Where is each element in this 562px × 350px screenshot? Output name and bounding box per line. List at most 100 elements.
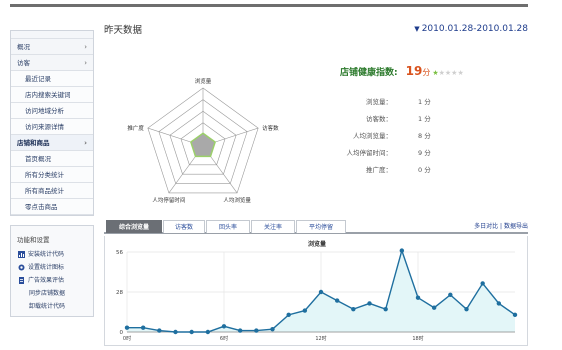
- data-point[interactable]: [254, 328, 259, 333]
- x-tick-label: 6时: [220, 335, 228, 342]
- radar-axis-label: 访客数: [262, 124, 279, 132]
- health-index: 店铺健康指数: 19分 ★★★★★: [340, 64, 464, 78]
- function-item[interactable]: 同步店铺数据: [11, 287, 93, 300]
- stat-value: 8 分: [418, 132, 431, 140]
- sidebar-item-label: 概况: [17, 43, 30, 51]
- stat-value: 9 分: [418, 149, 431, 157]
- sidebar-item[interactable]: 零点击商品: [11, 199, 93, 215]
- sidebar-item[interactable]: 概况 ›: [11, 39, 93, 55]
- data-point[interactable]: [512, 312, 518, 318]
- health-unit: 分: [422, 68, 431, 77]
- function-item-label: 同步店铺数据: [29, 290, 66, 297]
- bar-chart-icon: [18, 251, 25, 258]
- gear-icon: [18, 264, 25, 271]
- radar-axis-label: 人均浏览量: [223, 196, 251, 204]
- chart-tab[interactable]: 平均停留: [296, 220, 346, 233]
- export-link[interactable]: 数据导出: [504, 223, 528, 230]
- data-point[interactable]: [237, 328, 243, 333]
- top-rule: [10, 4, 528, 7]
- stat-row: 访客数： 1 分: [332, 113, 452, 130]
- data-point[interactable]: [140, 325, 146, 330]
- data-point[interactable]: [286, 312, 291, 318]
- chevron-right-icon: ›: [84, 43, 87, 51]
- compare-link[interactable]: 多日对比: [474, 223, 498, 230]
- x-tick-label: 12时: [315, 335, 326, 342]
- date-range-selector[interactable]: ▼ 2010.01.28-2010.01.28: [414, 24, 528, 34]
- radar-value-area: [189, 132, 217, 158]
- data-point[interactable]: [399, 248, 405, 253]
- sidebar-item[interactable]: 访客 ›: [11, 55, 93, 71]
- data-point[interactable]: [351, 306, 356, 312]
- health-score: 19: [405, 64, 423, 78]
- stat-row: 人均浏览量： 8 分: [332, 130, 452, 147]
- sidebar-item[interactable]: 访问地域分析: [11, 103, 93, 119]
- stat-label: 浏览量：: [366, 98, 392, 106]
- chart-panel: 浏览量 0 28 56 0时 6时 12时 18时: [104, 236, 528, 346]
- chart-tab[interactable]: 访客数: [163, 220, 205, 233]
- function-item[interactable]: 卸载统计代码: [11, 300, 93, 313]
- data-point[interactable]: [173, 329, 178, 335]
- sidebar-item[interactable]: 店内搜索关键词: [11, 87, 93, 103]
- functions-title: 功能和设置: [17, 236, 50, 244]
- stat-value: 1 分: [418, 115, 431, 123]
- sidebar-item-label: 访客: [17, 59, 30, 67]
- function-item[interactable]: 设置统计图标: [11, 261, 93, 274]
- radar-axis-label: 浏览量: [195, 77, 212, 85]
- chart-title: 浏览量: [308, 240, 326, 248]
- data-point[interactable]: [124, 325, 130, 330]
- health-label: 店铺健康指数:: [340, 68, 398, 78]
- pageview-chart: 浏览量028560时 6时 12时 18时: [116, 240, 518, 342]
- tab-links: 多日对比 | 数据导出: [474, 220, 528, 233]
- stat-value: 0 分: [418, 166, 431, 174]
- data-point[interactable]: [270, 326, 275, 332]
- function-item-label: 广告效果评估: [28, 277, 65, 284]
- radar-chart: 浏览量访客数人均浏览量 人均停留时间 推广度: [127, 77, 279, 204]
- chart-tab[interactable]: 回头率: [206, 220, 250, 233]
- sidebar-item-label: 店铺和商品: [17, 139, 50, 147]
- data-point[interactable]: [431, 305, 437, 310]
- chart-tab[interactable]: 综合浏览量: [106, 220, 162, 233]
- sidebar-item-label: 所有分类统计: [25, 171, 64, 179]
- chart-tab[interactable]: 关注率: [251, 220, 295, 233]
- page-title: 昨天数据: [104, 25, 143, 36]
- data-point[interactable]: [205, 329, 211, 335]
- function-item-label: 安装统计代码: [28, 251, 65, 258]
- sidebar-nav: 概况 › 访客 › 最近记录 店内搜索关键词 访问地域分析 访问来源详情 店铺和商品 › 首页概况所…: [10, 30, 94, 216]
- sidebar-item[interactable]: 最近记录: [11, 71, 93, 87]
- stat-row: 推广度： 0 分: [332, 164, 452, 181]
- sidebar-item[interactable]: 店铺和商品 ›: [11, 135, 93, 151]
- caret-down-icon: ▼: [414, 25, 420, 33]
- stat-value: 1 分: [418, 98, 431, 106]
- data-point[interactable]: [383, 306, 388, 312]
- data-point[interactable]: [448, 292, 453, 298]
- y-tick-label: 28: [116, 290, 123, 296]
- data-point[interactable]: [367, 301, 372, 306]
- data-point[interactable]: [189, 329, 194, 335]
- data-point[interactable]: [157, 328, 162, 333]
- data-point[interactable]: [318, 289, 324, 295]
- sidebar-item[interactable]: 访问来源详情: [11, 119, 93, 135]
- data-point[interactable]: [334, 298, 340, 303]
- data-point[interactable]: [302, 308, 308, 313]
- function-item-label: 设置统计图标: [28, 264, 65, 271]
- sidebar-item-label: 所有商品统计: [25, 187, 64, 195]
- function-item[interactable]: 安装统计代码: [11, 248, 93, 261]
- data-point[interactable]: [221, 324, 227, 329]
- nav-spacer: [11, 31, 93, 39]
- sidebar: 概况 › 访客 › 最近记录 店内搜索关键词 访问地域分析 访问来源详情 店铺和商品 › 首页概况所…: [10, 30, 94, 317]
- radar-axis-label: 人均停留时间: [152, 196, 185, 204]
- data-point[interactable]: [496, 301, 502, 306]
- chevron-right-icon: ›: [84, 139, 87, 147]
- data-point[interactable]: [415, 295, 421, 300]
- sidebar-item[interactable]: 所有分类统计: [11, 167, 93, 183]
- sidebar-item[interactable]: 首页概况: [11, 151, 93, 167]
- x-tick-label: 0时: [123, 335, 131, 342]
- function-item[interactable]: 广告效果评估: [11, 274, 93, 287]
- data-point[interactable]: [480, 281, 485, 286]
- sidebar-item-label: 店内搜索关键词: [25, 91, 71, 99]
- chart-tabs: 综合浏览量 访客数 回头率 关注率 平均停留 多日对比 | 数据导出: [104, 220, 528, 234]
- x-tick-label: 18时: [412, 335, 423, 342]
- sidebar-item[interactable]: 所有商品统计: [11, 183, 93, 199]
- data-point[interactable]: [464, 306, 469, 312]
- stat-label: 访客数：: [366, 115, 392, 123]
